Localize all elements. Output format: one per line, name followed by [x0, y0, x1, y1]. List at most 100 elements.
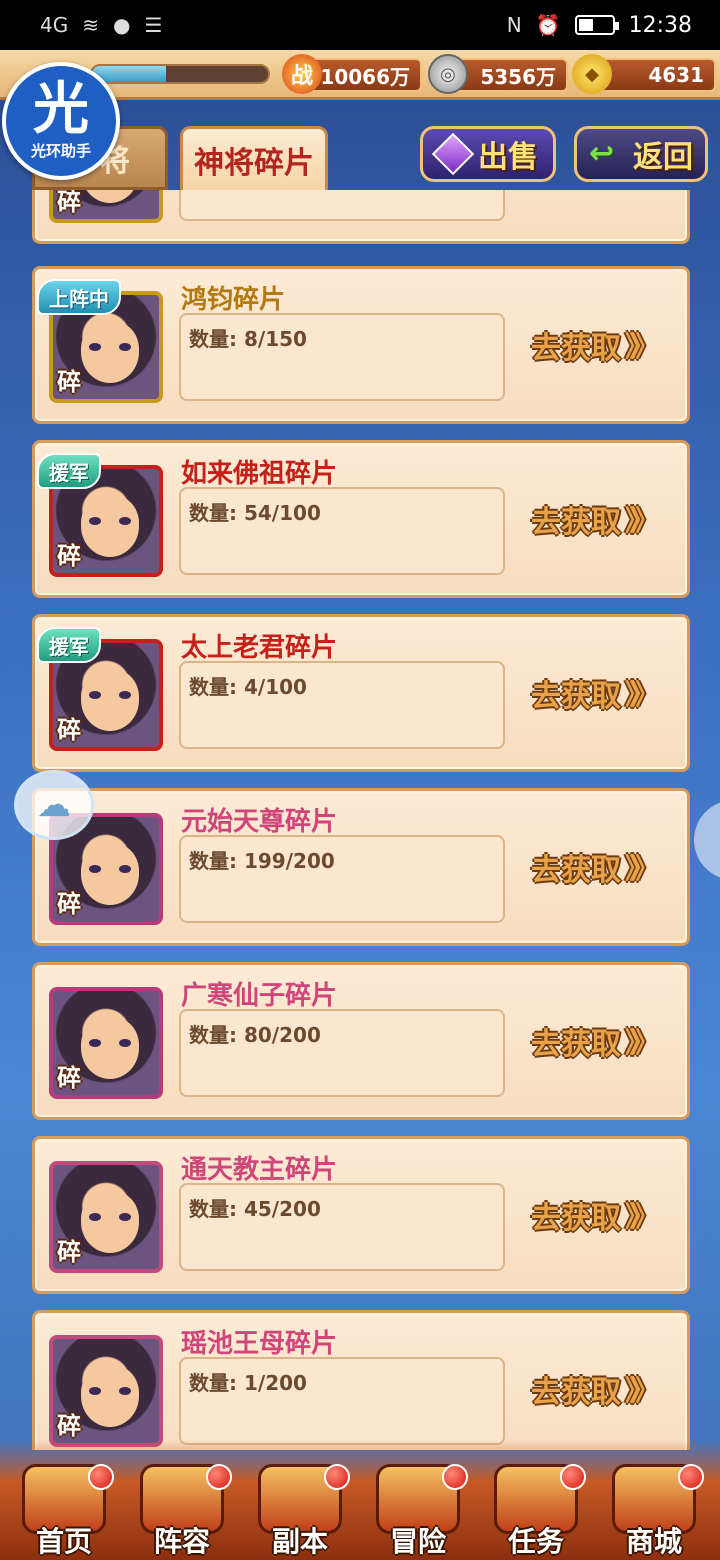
message-icon: ●: [113, 13, 131, 37]
count-label: 数量:: [189, 1371, 237, 1395]
status-bar: 4G ≋ ● ☰ N ⏰ 12:38: [0, 0, 720, 50]
bottom-nav: 首页 阵容 副本 冒险 任务 商城: [0, 1440, 720, 1560]
list-item: 碎 广寒仙子碎片 数量: 80/200 去获取 》》: [32, 962, 690, 1120]
hero-face: [81, 495, 139, 557]
shard-marker: 碎: [57, 890, 81, 918]
shard-marker: 碎: [57, 190, 81, 216]
nav-label: 首页: [35, 1525, 92, 1558]
battery-icon: [574, 15, 619, 35]
list-item: 碎 通天教主碎片 数量: 45/200 去获取 》》: [32, 1136, 690, 1294]
count-value: 80/200: [243, 1023, 321, 1047]
shard-name: 如来佛祖碎片: [181, 459, 338, 489]
hero-eyes: [89, 517, 131, 525]
count-label: 数量:: [189, 327, 237, 351]
cloud-icon: ☁: [37, 785, 71, 825]
count-value: 199/200: [243, 849, 335, 873]
shard-info-box: 数量: 1/200: [179, 1357, 505, 1445]
helper-label: 光环助手: [30, 141, 91, 160]
battle-power-value: 10066万: [320, 64, 410, 89]
shard-list[interactable]: 碎 上阵中 碎 鸿钧碎片 数量: 8/150 去获取 》》 援军 碎 如来佛祖碎…: [32, 190, 690, 1450]
obtain-button-label: 去获取: [531, 679, 621, 714]
status-badge: 上阵中: [37, 279, 121, 315]
obtain-button[interactable]: 去获取 》》: [531, 1369, 659, 1410]
shard-marker: 碎: [57, 1064, 81, 1092]
notification-dot: [560, 1464, 586, 1490]
shard-info-box: 数量: 80/200: [179, 1009, 505, 1097]
double-chevron-icon: 》》: [625, 852, 659, 885]
obtain-button[interactable]: 去获取 》》: [531, 1195, 659, 1236]
floating-cloud-button[interactable]: ☁: [14, 770, 94, 840]
notification-dot: [206, 1464, 232, 1490]
helper-logo-glyph: 光: [33, 76, 89, 142]
count-label: 数量:: [189, 501, 237, 525]
shard-marker: 碎: [57, 1238, 81, 1266]
nav-item-1[interactable]: 阵容: [126, 1448, 238, 1560]
hero-portrait: 碎: [49, 190, 163, 223]
obtain-button[interactable]: 去获取 》》: [531, 1021, 659, 1062]
back-arrow-icon: ↩: [589, 136, 615, 171]
nav-item-0[interactable]: 首页: [8, 1448, 120, 1560]
double-chevron-icon: 》》: [625, 1026, 659, 1059]
double-chevron-icon: 》》: [625, 1374, 659, 1407]
gem-icon: [431, 132, 475, 176]
tab-general-shards[interactable]: 神将碎片: [180, 126, 328, 190]
double-chevron-icon: 》》: [625, 504, 659, 537]
shard-name: 鸿钧碎片: [181, 285, 286, 315]
hero-eyes: [89, 343, 131, 351]
nav-label: 冒险: [389, 1525, 446, 1558]
signal-icon: 4G: [40, 13, 69, 37]
nav-label: 阵容: [153, 1525, 210, 1558]
hero-face: [81, 1017, 139, 1079]
notification-dot: [678, 1464, 704, 1490]
obtain-button[interactable]: 去获取 》》: [531, 847, 659, 888]
helper-app-badge[interactable]: 光 光环助手: [2, 62, 120, 180]
edge-drawer-handle[interactable]: [694, 800, 720, 880]
obtain-button[interactable]: 去获取 》》: [531, 325, 659, 366]
hero-portrait[interactable]: 碎: [49, 1335, 163, 1447]
list-item: 碎 瑶池王母碎片 数量: 1/200 去获取 》》: [32, 1310, 690, 1450]
double-chevron-icon: 》》: [625, 678, 659, 711]
nfc-icon: N: [506, 13, 522, 37]
shard-marker: 碎: [57, 368, 81, 396]
status-left: 4G ≋ ● ☰: [40, 13, 162, 37]
nav-label: 商城: [625, 1525, 682, 1558]
shard-info-box: [179, 190, 505, 221]
obtain-button-label: 去获取: [531, 1201, 621, 1236]
nav-item-3[interactable]: 冒险: [362, 1448, 474, 1560]
back-button-label: 返回: [633, 140, 693, 175]
hero-face: [81, 843, 139, 905]
obtain-button[interactable]: 去获取 》》: [531, 673, 659, 714]
count-label: 数量:: [189, 1023, 237, 1047]
hero-portrait[interactable]: 碎: [49, 987, 163, 1099]
double-chevron-icon: 》》: [625, 1200, 659, 1233]
hero-eyes: [89, 1387, 131, 1395]
shard-marker: 碎: [57, 1412, 81, 1440]
status-badge: 援军: [37, 627, 101, 663]
obtain-button-label: 去获取: [531, 1027, 621, 1062]
nav-label: 副本: [271, 1525, 328, 1558]
status-right: N ⏰ 12:38: [507, 13, 692, 38]
nav-item-2[interactable]: 副本: [244, 1448, 356, 1560]
hero-eyes: [89, 1039, 131, 1047]
sell-button[interactable]: 出售: [420, 126, 556, 182]
obtain-button-label: 去获取: [531, 331, 621, 366]
obtain-button-label: 去获取: [531, 505, 621, 540]
count-value: 8/150: [243, 327, 307, 351]
hero-face: [81, 669, 139, 731]
count-label: 数量:: [189, 849, 237, 873]
status-badge: 援军: [37, 453, 101, 489]
nav-item-5[interactable]: 商城: [598, 1448, 710, 1560]
gold-value: 4631: [648, 63, 704, 87]
nav-item-4[interactable]: 任务: [480, 1448, 592, 1560]
hero-eyes: [89, 691, 131, 699]
back-button[interactable]: ↩ 返回: [574, 126, 708, 182]
obtain-button[interactable]: 去获取 》》: [531, 499, 659, 540]
hero-portrait[interactable]: 碎: [49, 1161, 163, 1273]
alarm-icon: ⏰: [535, 13, 561, 37]
count-label: 数量:: [189, 675, 237, 699]
count-value: 45/200: [243, 1197, 321, 1221]
hero-face: [81, 190, 139, 203]
shard-name: 元始天尊碎片: [181, 807, 338, 837]
silver-value: 5356万: [480, 64, 556, 89]
hero-eyes: [89, 1213, 131, 1221]
